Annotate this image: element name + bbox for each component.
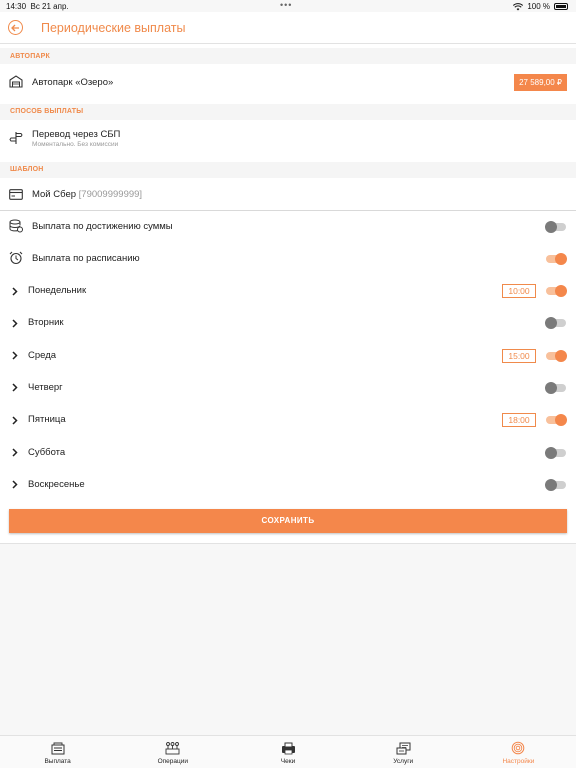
day-row[interactable]: Воскресенье xyxy=(0,469,576,501)
tab-receipts[interactable]: Чеки xyxy=(230,736,345,768)
day-row[interactable]: Четверг xyxy=(0,372,576,404)
coins-icon xyxy=(9,219,23,233)
tab-operations-label: Операции xyxy=(157,758,188,765)
day-row[interactable]: Среда 15:00 xyxy=(0,340,576,372)
section-label-payment-method: СПОСОБ ВЫПЛАТЫ xyxy=(10,108,84,115)
day-label: Пятница xyxy=(28,414,66,426)
day-label: Четверг xyxy=(28,381,63,393)
day-label: Среда xyxy=(28,349,57,361)
alarm-clock-icon xyxy=(9,251,23,265)
fleet-amount-badge: 27 589,00 ₽ xyxy=(514,74,567,91)
day-toggle[interactable] xyxy=(546,285,567,297)
card-icon xyxy=(9,187,23,201)
day-toggle[interactable] xyxy=(545,446,566,459)
section-header-payment-method xyxy=(0,104,576,120)
day-time[interactable]: 15:00 xyxy=(502,348,536,363)
section-header-template xyxy=(0,162,576,178)
by-amount-label: Выплата по достижению суммы xyxy=(32,221,173,232)
payment-method-description: Моментально. Без комиссии xyxy=(32,141,119,148)
chevron-right-icon[interactable] xyxy=(12,286,20,296)
by-schedule-label: Выплата по расписанию xyxy=(32,253,140,264)
multitask-dots-icon[interactable]: ••• xyxy=(280,0,292,10)
status-right: 100 % xyxy=(513,2,568,11)
payout-icon xyxy=(50,741,65,755)
status-bar: 14:30 Вс 21 апр. ••• 100 % xyxy=(0,0,576,12)
by-amount-toggle[interactable] xyxy=(545,221,566,233)
template-value: Мой Сбер [79009999999] xyxy=(32,189,142,200)
services-icon xyxy=(396,741,411,755)
wifi-icon xyxy=(513,2,524,10)
operations-icon xyxy=(165,741,180,755)
tab-bar: Выплата Операции Чеки Услуги Настройки xyxy=(0,735,576,768)
day-toggle[interactable] xyxy=(545,381,566,394)
day-row[interactable]: Суббота xyxy=(0,437,576,469)
chevron-right-icon[interactable] xyxy=(12,383,20,393)
status-time-date: 14:30 Вс 21 апр. xyxy=(6,2,69,11)
warehouse-icon xyxy=(9,74,23,88)
status-date: Вс 21 апр. xyxy=(30,2,69,11)
by-amount-row: Выплата по достижению суммы xyxy=(0,211,576,243)
tab-settings-label: Настройки xyxy=(502,758,535,765)
chevron-right-icon[interactable] xyxy=(12,448,20,458)
day-label: Вторник xyxy=(28,317,64,329)
section-header-fleet xyxy=(0,48,576,64)
payment-method-name: Перевод через СБП xyxy=(32,129,121,140)
day-row[interactable]: Понедельник 10:00 xyxy=(0,275,576,307)
chevron-right-icon[interactable] xyxy=(12,415,20,425)
day-toggle[interactable] xyxy=(545,478,566,491)
payment-method-row[interactable]: Перевод через СБП Моментально. Без комис… xyxy=(0,121,576,155)
tab-services-label: Услуги xyxy=(393,758,414,765)
settings-form: АВТОПАРК Автопарк «Озеро» 27 589,00 ₽ СП… xyxy=(0,44,576,544)
chevron-right-icon[interactable] xyxy=(12,318,20,328)
signpost-icon xyxy=(9,131,23,145)
settings-icon xyxy=(511,741,526,755)
day-row[interactable]: Пятница 18:00 xyxy=(0,404,576,436)
template-row[interactable]: Мой Сбер [79009999999] xyxy=(0,179,576,210)
day-toggle[interactable] xyxy=(545,317,566,330)
day-row[interactable]: Вторник xyxy=(0,307,576,339)
tab-payout-label: Выплата xyxy=(44,758,71,765)
tab-receipts-label: Чеки xyxy=(280,758,296,765)
section-label-fleet: АВТОПАРК xyxy=(10,53,51,60)
day-label: Понедельник xyxy=(28,285,87,296)
status-time: 14:30 xyxy=(6,2,27,11)
day-label: Суббота xyxy=(28,446,66,458)
by-schedule-toggle[interactable] xyxy=(546,253,567,265)
page-title: Периодические выплаты xyxy=(41,21,186,35)
day-time[interactable]: 18:00 xyxy=(502,413,536,428)
tab-settings[interactable]: Настройки xyxy=(461,736,576,768)
receipts-icon xyxy=(281,741,296,755)
day-time[interactable]: 10:00 xyxy=(502,284,536,298)
app-header: Периодические выплаты xyxy=(0,12,576,44)
tab-operations[interactable]: Операции xyxy=(115,736,230,768)
section-label-template: ШАБЛОН xyxy=(10,166,44,173)
save-button[interactable]: СОХРАНИТЬ xyxy=(9,509,567,533)
fleet-row[interactable]: Автопарк «Озеро» 27 589,00 ₽ xyxy=(0,66,576,98)
template-name: Мой Сбер xyxy=(32,189,77,200)
chevron-right-icon[interactable] xyxy=(12,351,20,361)
chevron-right-icon[interactable] xyxy=(12,480,20,490)
tab-payout[interactable]: Выплата xyxy=(0,736,115,768)
day-label: Воскресенье xyxy=(28,478,85,490)
fleet-name: Автопарк «Озеро» xyxy=(32,77,114,88)
tab-services[interactable]: Услуги xyxy=(346,736,461,768)
template-number: [79009999999] xyxy=(78,189,143,200)
arrow-left-icon xyxy=(11,24,19,31)
day-toggle[interactable] xyxy=(546,414,567,427)
by-schedule-row: Выплата по расписанию xyxy=(0,243,576,275)
battery-percent: 100 % xyxy=(527,2,550,11)
battery-icon xyxy=(554,3,568,10)
day-toggle[interactable] xyxy=(546,349,567,362)
back-button[interactable] xyxy=(8,20,23,35)
